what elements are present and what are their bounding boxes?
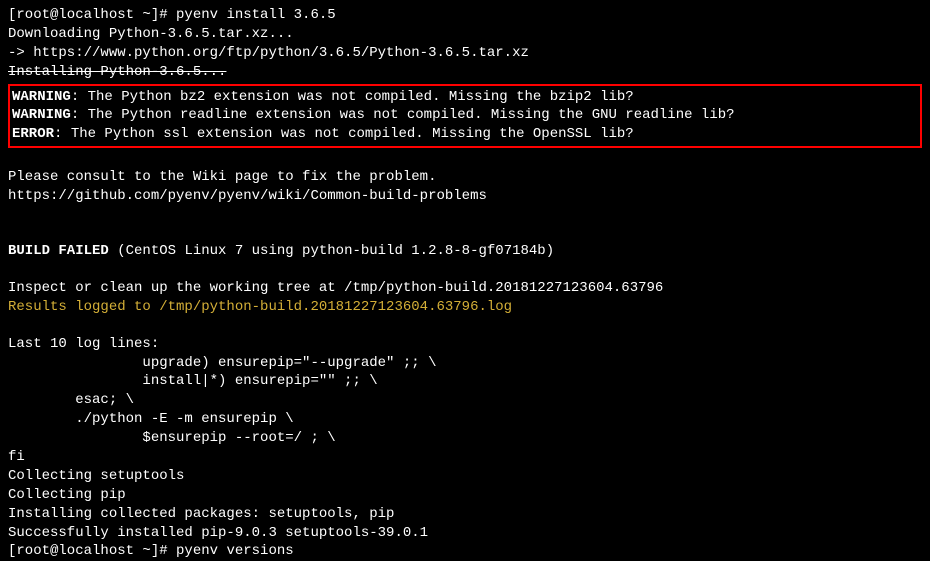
build-failed-label: BUILD FAILED bbox=[8, 243, 109, 259]
warning-label: WARNING bbox=[12, 107, 71, 123]
output-last10: Last 10 log lines: bbox=[8, 335, 922, 354]
output-installing: Installing Python-3.6.5... bbox=[8, 63, 922, 82]
warning-label: WARNING bbox=[12, 89, 71, 105]
log-line: fi bbox=[8, 448, 922, 467]
build-failed-text: (CentOS Linux 7 using python-build 1.2.8… bbox=[109, 243, 554, 259]
error-highlight-box: WARNING: The Python bz2 extension was no… bbox=[8, 84, 922, 149]
command-text: pyenv install 3.6.5 bbox=[176, 7, 336, 23]
output-url: -> https://www.python.org/ftp/python/3.6… bbox=[8, 44, 922, 63]
shell-prompt: [root@localhost ~]# bbox=[8, 543, 176, 559]
build-failed-line: BUILD FAILED (CentOS Linux 7 using pytho… bbox=[8, 242, 922, 261]
log-line: Collecting setuptools bbox=[8, 467, 922, 486]
error-text: : The Python ssl extension was not compi… bbox=[54, 126, 634, 142]
log-line: Collecting pip bbox=[8, 486, 922, 505]
output-wiki-url: https://github.com/pyenv/pyenv/wiki/Comm… bbox=[8, 187, 922, 206]
log-line: Installing collected packages: setuptool… bbox=[8, 505, 922, 524]
log-line: esac; \ bbox=[8, 391, 922, 410]
log-line: Successfully installed pip-9.0.3 setupto… bbox=[8, 524, 922, 543]
command-text: pyenv versions bbox=[176, 543, 294, 559]
prompt-line-1[interactable]: [root@localhost ~]# pyenv install 3.6.5 bbox=[8, 6, 922, 25]
warning-text: : The Python bz2 extension was not compi… bbox=[71, 89, 634, 105]
error-line-1: ERROR: The Python ssl extension was not … bbox=[12, 125, 918, 144]
warning-text: : The Python readline extension was not … bbox=[71, 107, 735, 123]
output-consult: Please consult to the Wiki page to fix t… bbox=[8, 168, 922, 187]
output-download: Downloading Python-3.6.5.tar.xz... bbox=[8, 25, 922, 44]
warning-line-1: WARNING: The Python bz2 extension was no… bbox=[12, 88, 918, 107]
log-line: $ensurepip --root=/ ; \ bbox=[8, 429, 922, 448]
output-results-log: Results logged to /tmp/python-build.2018… bbox=[8, 298, 922, 317]
log-line: ./python -E -m ensurepip \ bbox=[8, 410, 922, 429]
log-line: upgrade) ensurepip="--upgrade" ;; \ bbox=[8, 354, 922, 373]
prompt-line-2[interactable]: [root@localhost ~]# pyenv versions bbox=[8, 542, 922, 561]
warning-line-2: WARNING: The Python readline extension w… bbox=[12, 106, 918, 125]
shell-prompt: [root@localhost ~]# bbox=[8, 7, 176, 23]
log-line: install|*) ensurepip="" ;; \ bbox=[8, 372, 922, 391]
error-label: ERROR bbox=[12, 126, 54, 142]
output-inspect: Inspect or clean up the working tree at … bbox=[8, 279, 922, 298]
